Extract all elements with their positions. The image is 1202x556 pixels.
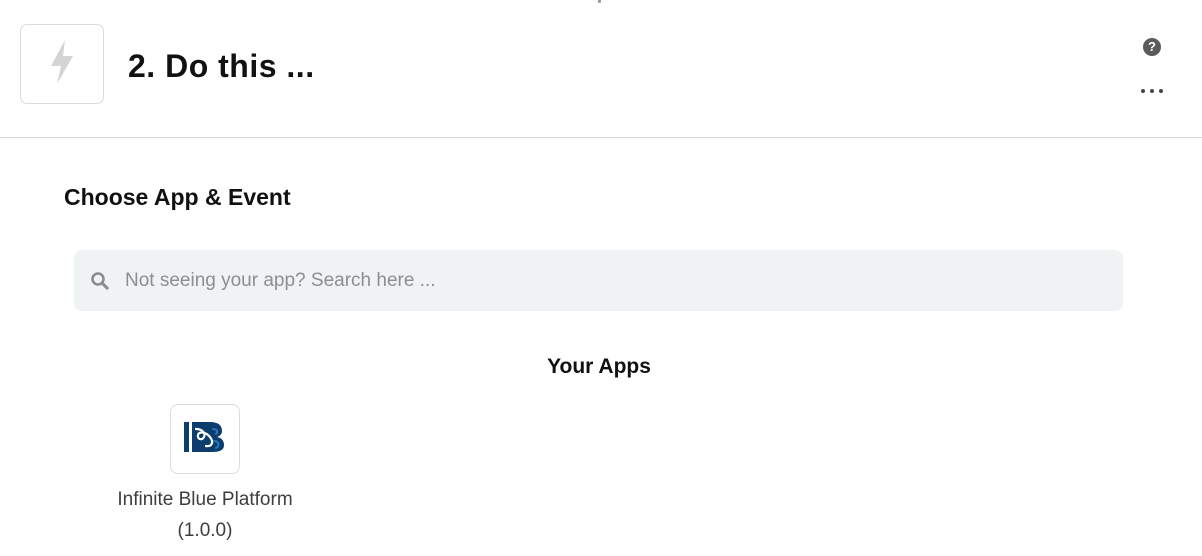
search-icon — [90, 271, 110, 291]
step-title: 2. Do this ... — [128, 48, 315, 84]
app-logo-box — [170, 404, 240, 474]
app-name-label: Infinite Blue Platform (1.0.0) — [100, 484, 310, 546]
app-name: Infinite Blue Platform — [117, 489, 293, 510]
your-apps-heading: Your Apps — [547, 355, 651, 378]
app-version: (1.0.0) — [177, 520, 233, 541]
step-header: 2. Do this ... ? — [0, 0, 1202, 138]
zap-step-panel: 2. Do this ... ? Choose App & Event Your… — [0, 0, 1202, 556]
app-search-input[interactable] — [123, 264, 1107, 298]
section-title: Choose App & Event — [64, 184, 291, 210]
infinite-blue-logo-icon — [182, 419, 228, 460]
help-circle-icon[interactable]: ? — [1143, 38, 1161, 56]
app-search-box[interactable] — [74, 250, 1123, 311]
dot — [1150, 89, 1154, 93]
panel-connector-tick — [598, 0, 601, 3]
step-icon-box — [20, 24, 104, 104]
app-tile-infinite-blue[interactable]: Infinite Blue Platform (1.0.0) — [100, 404, 310, 550]
dot — [1159, 89, 1163, 93]
dot — [1141, 89, 1145, 93]
lightning-bolt-icon — [45, 38, 79, 91]
more-horizontal-icon[interactable] — [1141, 84, 1163, 98]
